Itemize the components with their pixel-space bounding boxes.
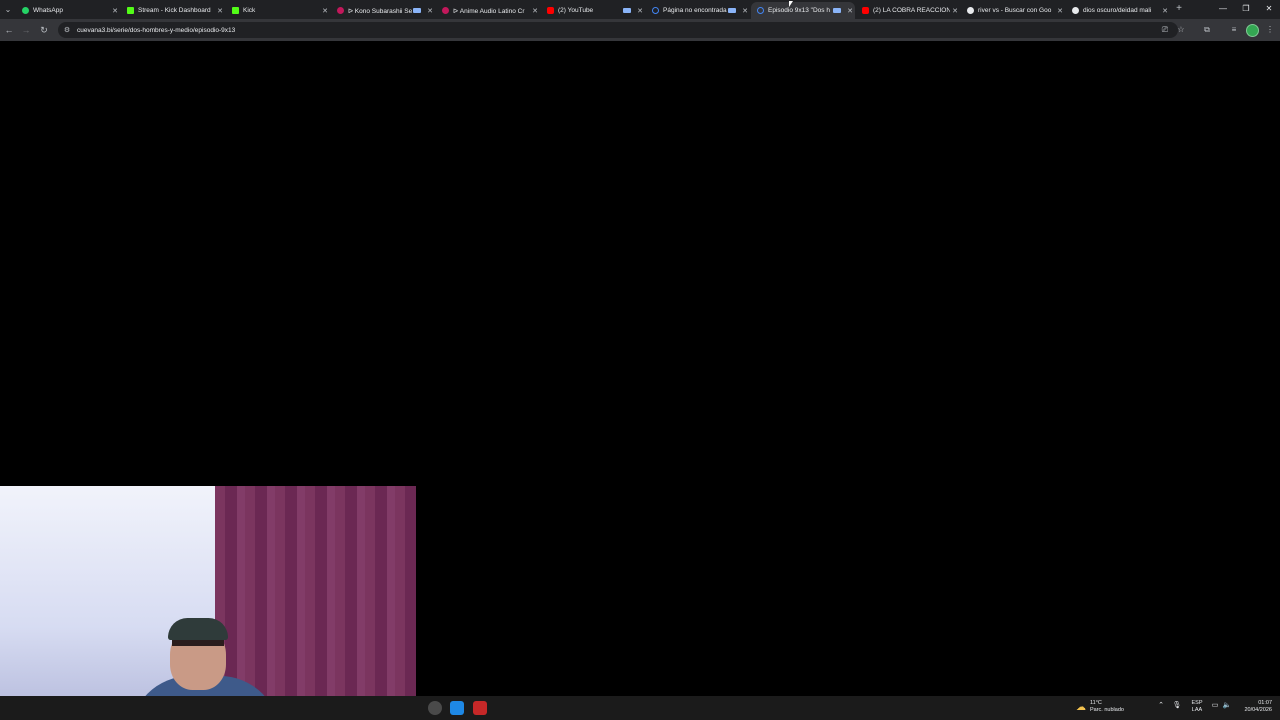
loading-icon [652,7,659,14]
close-icon[interactable]: ✕ [215,7,225,15]
site-icon [337,7,344,14]
reading-list-icon[interactable]: ≡ [1227,23,1241,37]
close-icon[interactable]: ✕ [425,7,435,15]
site-icon [442,7,449,14]
youtube-icon [547,7,554,14]
install-app-icon[interactable]: ⎚ [1160,25,1170,35]
close-icon[interactable]: ✕ [635,7,645,15]
tab-title: dios oscuro/deidad mali [1083,7,1152,14]
clock-date: 20/04/2026 [1244,707,1272,713]
taskbar: ☁ 11°C Parc. nublado ⌃ 🎙 ESP LAA ▭ 🔈 01:… [0,696,1280,720]
whatsapp-icon [22,7,29,14]
weather-widget[interactable]: ☁ 11°C Parc. nublado [1076,700,1124,714]
loading-icon [757,7,764,14]
tab-title: Stream - Kick Dashboard [138,7,211,14]
address-bar[interactable]: ⚙ cuevana3.bi/serie/dos-hombres-y-medio/… [58,22,1185,38]
close-icon[interactable]: ✕ [110,7,120,15]
tab-title: river vs - Buscar con Goo [978,7,1052,14]
close-icon[interactable]: ✕ [740,7,750,15]
microphone-icon[interactable]: 🎙 [1171,701,1183,709]
reload-button[interactable]: ↻ [37,23,51,37]
tab-anime-audio-latino[interactable]: ᐅ Anime Audio Latino Cr ✕ [436,2,540,19]
chrome-taskbar-icon[interactable] [428,701,442,715]
weather-icon: ☁ [1076,701,1086,713]
weather-desc: Parc. nublado [1090,707,1124,713]
steam-taskbar-icon[interactable] [450,701,464,715]
tab-episodio-active[interactable]: Episodio 9x13 "Dos h ✕ [751,2,855,19]
clock-time: 01:07 [1258,700,1272,706]
kick-icon [232,7,239,14]
close-icon[interactable]: ✕ [1160,7,1170,15]
system-clock[interactable]: 01:07 20/04/2026 [1236,700,1272,714]
mouse-cursor [789,1,793,7]
webcam-overlay [0,486,416,720]
tab-title: WhatsApp [33,7,63,14]
audio-playing-icon[interactable] [623,8,631,13]
bookmark-star-icon[interactable]: ☆ [1176,25,1186,35]
tab-dios-oscuro[interactable]: dios oscuro/deidad mali ✕ [1066,2,1170,19]
close-icon[interactable]: ✕ [530,7,540,15]
tab-la-cobra[interactable]: (2) LA COBRA REACCION ✕ [856,2,960,19]
audio-playing-icon[interactable] [728,8,736,13]
tab-search-button[interactable]: ⌄ [0,0,16,19]
restore-button[interactable]: ❐ [1235,2,1257,16]
tab-title: Episodio 9x13 "Dos h [768,7,830,14]
minimize-button[interactable]: — [1212,2,1234,16]
new-tab-button[interactable]: + [1172,2,1186,16]
language-line1: ESP [1191,700,1203,706]
menu-icon[interactable]: ⋮ [1263,23,1277,37]
tab-title: Kick [243,7,256,14]
volume-icon[interactable]: 🔈 [1221,701,1233,709]
site-info-icon[interactable]: ⚙ [62,26,72,34]
back-button[interactable]: ← [2,23,16,37]
tab-youtube[interactable]: (2) YouTube ✕ [541,2,645,19]
close-icon[interactable]: ✕ [950,7,960,15]
tab-title: Página no encontrada [663,7,727,14]
audio-playing-icon[interactable] [413,8,421,13]
kick-icon [127,7,134,14]
tab-kono-subarashii[interactable]: ᐅ Kono Subarashii Se ✕ [331,2,435,19]
extensions-icon[interactable]: ⧉ [1200,23,1214,37]
webcam-person-cap [168,618,228,640]
language-indicator[interactable]: ESP LAA [1188,700,1206,714]
tab-title: ᐅ Kono Subarashii Se [348,7,413,15]
tab-whatsapp[interactable]: WhatsApp ✕ [16,2,120,19]
tab-title: (2) LA COBRA REACCION [873,7,950,14]
profile-avatar[interactable] [1246,24,1259,37]
close-icon[interactable]: ✕ [845,7,855,15]
audio-playing-icon[interactable] [833,8,841,13]
tab-kick-dashboard[interactable]: Stream - Kick Dashboard ✕ [121,2,225,19]
browser-toolbar: ← → ↻ ⚙ cuevana3.bi/serie/dos-hombres-y-… [0,19,1280,41]
tab-pagina-no-encontrada[interactable]: Página no encontrada ✕ [646,2,750,19]
language-line2: LAA [1191,707,1203,713]
youtube-icon [862,7,869,14]
tab-google-search[interactable]: river vs - Buscar con Goo ✕ [961,2,1065,19]
chevron-up-icon[interactable]: ⌃ [1155,701,1167,709]
close-icon[interactable]: ✕ [1055,7,1065,15]
tab-title: ᐅ Anime Audio Latino Cr [453,7,525,15]
tab-strip: ⌄ WhatsApp ✕ Stream - Kick Dashboard ✕ K… [0,0,1280,19]
google-icon [967,7,974,14]
url-text[interactable]: cuevana3.bi/serie/dos-hombres-y-medio/ep… [77,27,235,34]
network-icon[interactable]: ▭ [1209,701,1221,709]
forward-button[interactable]: → [19,23,33,37]
weather-temp: 11°C [1090,700,1102,706]
app-taskbar-icon[interactable] [473,701,487,715]
tab-title: (2) YouTube [558,7,594,14]
tab-kick[interactable]: Kick ✕ [226,2,330,19]
close-icon[interactable]: ✕ [320,7,330,15]
window-close-button[interactable]: ✕ [1258,2,1280,16]
google-icon [1072,7,1079,14]
